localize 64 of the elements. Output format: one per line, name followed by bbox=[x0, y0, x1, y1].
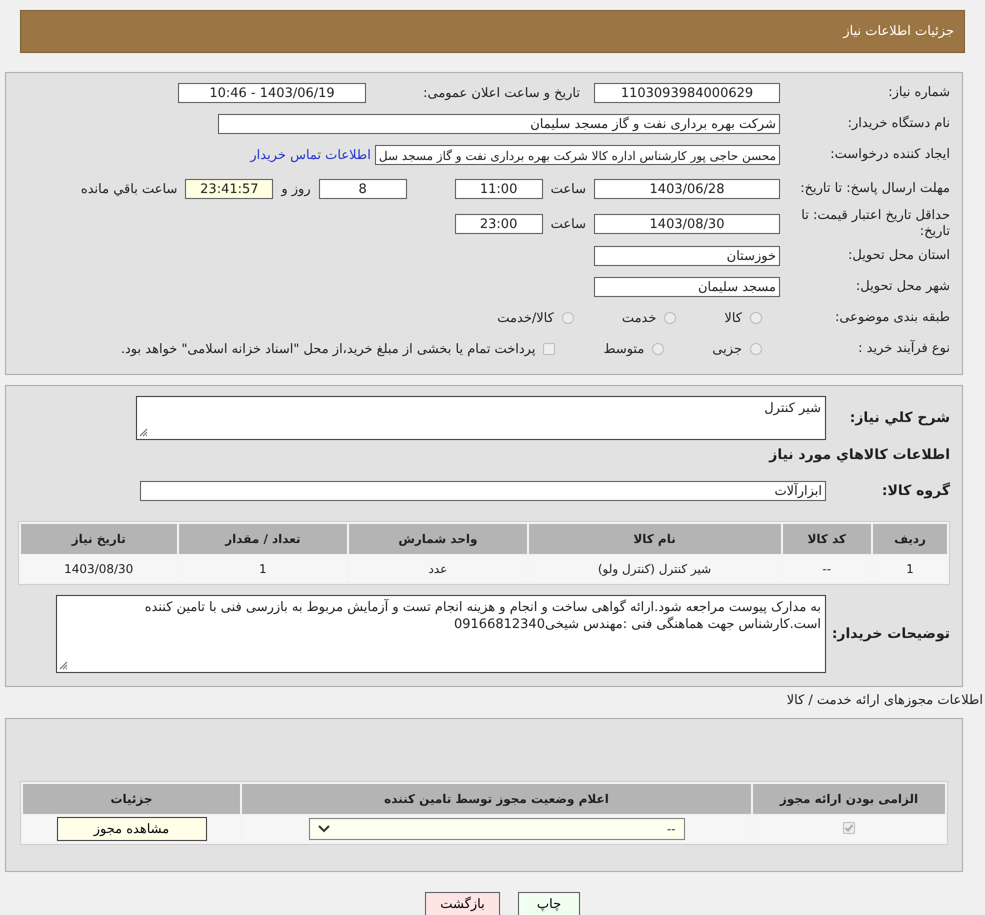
checkbox[interactable] bbox=[543, 343, 556, 355]
goods-group-field: ابزارآلات bbox=[140, 481, 826, 501]
checkbox-label: پرداخت تمام یا بخشی از مبلغ خرید،از محل "اسناد خزانه اسلامی" خواهد بود. bbox=[120, 342, 536, 356]
province-field: خوزستان bbox=[594, 246, 780, 266]
days-field: 8 bbox=[318, 179, 407, 199]
need-number-field: 1103093984000629 bbox=[594, 83, 780, 103]
description-field[interactable]: شیر کنترل bbox=[136, 396, 826, 440]
city-field: مسجد سلیمان bbox=[594, 277, 780, 297]
radio-label: کالا bbox=[724, 310, 742, 326]
section-title: اطلاعات مجوزهای ارائه خدمت / کالا bbox=[786, 693, 984, 708]
remaining-time-field: 23:41:57 bbox=[185, 179, 274, 199]
field-label: شماره نیاز: bbox=[887, 85, 950, 101]
field-label: مهلت ارسال پاسخ: تا تاریخ: bbox=[799, 181, 950, 197]
column-header: اعلام وضعیت مجوز توسط تامین کننده bbox=[242, 784, 751, 814]
radio-button[interactable] bbox=[750, 312, 762, 324]
field-label: حداقل تاریخ اعتبار قیمت: تا تاریخ: bbox=[800, 208, 950, 240]
back-button[interactable]: بازگشت bbox=[425, 892, 500, 915]
field-label: نام دستگاه خریدار: bbox=[846, 116, 950, 132]
field-label: شهر محل تحویل: bbox=[854, 279, 950, 295]
radio-button[interactable] bbox=[652, 343, 664, 355]
time-label: ساعت bbox=[550, 182, 587, 196]
print-button[interactable]: چاپ bbox=[518, 892, 580, 915]
column-header: جزئیات bbox=[23, 784, 240, 814]
requester-field: محسن حاجی پور کارشناس اداره کالا شرکت بهره برداری نفت و گاز مسجد سل bbox=[374, 145, 780, 165]
date-field: 1403/06/28 bbox=[594, 179, 780, 199]
column-header: الزامی بودن ارائه مجوز bbox=[753, 784, 945, 814]
column-header: واحد شمارش bbox=[349, 524, 527, 554]
radio-label: خدمت bbox=[622, 310, 656, 326]
field-label: نوع فرآیند خرید : bbox=[857, 341, 950, 357]
status-dropdown[interactable]: -- bbox=[308, 818, 684, 840]
radio-button[interactable] bbox=[750, 343, 762, 355]
remaining-label: ساعت باقي مانده bbox=[80, 182, 178, 196]
radio-button[interactable] bbox=[664, 312, 676, 324]
contact-link[interactable]: اطلاعات تماس خریدار bbox=[250, 148, 371, 162]
chevron-icon bbox=[318, 825, 330, 833]
column-header: تاریخ نیاز bbox=[21, 524, 176, 554]
radio-button[interactable] bbox=[562, 312, 574, 324]
column-header: کد کالا bbox=[782, 524, 871, 554]
column-header: نام کالا bbox=[528, 524, 780, 554]
time-field: 11:00 bbox=[454, 179, 543, 199]
days-label: روز و bbox=[280, 182, 312, 196]
radio-label: متوسط bbox=[603, 342, 644, 356]
buyer-org-field: شرکت بهره برداری نفت و گاز مسجد سلیمان bbox=[218, 114, 780, 134]
header-title: جزئیات اطلاعات نیاز bbox=[843, 24, 954, 39]
column-header: ردیف bbox=[873, 524, 947, 554]
date-field: 1403/08/30 bbox=[594, 214, 780, 234]
column-header: تعداد / مقدار bbox=[178, 524, 348, 554]
buyer-notes-field[interactable]: به مدارک پیوست مراجعه شود.ارائه گواهی ساخت و انجام و هزینه انجام تست و آزمایش مربوط به بازرسی فنی با تامین کننده است.کارشناس جهت هماهنگی فنی :مهندس شیخی09166812340 bbox=[56, 595, 826, 673]
field-label: تاریخ و ساعت اعلان عمومی: bbox=[422, 86, 580, 100]
time-field: 23:00 bbox=[454, 214, 543, 234]
resize-grip-icon bbox=[139, 428, 148, 437]
radio-label: کالا/خدمت bbox=[497, 310, 554, 326]
field-label: ایجاد کننده درخواست: bbox=[829, 147, 950, 163]
field-label: طبقه بندی موضوعی: bbox=[834, 310, 950, 326]
field-label: استان محل تحویل: bbox=[847, 248, 950, 264]
resize-grip-icon bbox=[59, 661, 68, 670]
view-permit-button[interactable]: مشاهده مجوز bbox=[56, 817, 206, 841]
field-label: گروه کالا: bbox=[880, 483, 950, 499]
time-label: ساعت bbox=[550, 216, 587, 232]
field-label: شرح کلي نياز: bbox=[848, 410, 950, 426]
announce-date-field: 1403/06/19 - 10:46 bbox=[178, 83, 366, 103]
radio-label: جزیی bbox=[712, 342, 742, 356]
field-label: توضیحات خریدار: bbox=[830, 626, 950, 642]
section-title: اطلاعات کالاهاي مورد نياز bbox=[768, 447, 950, 463]
